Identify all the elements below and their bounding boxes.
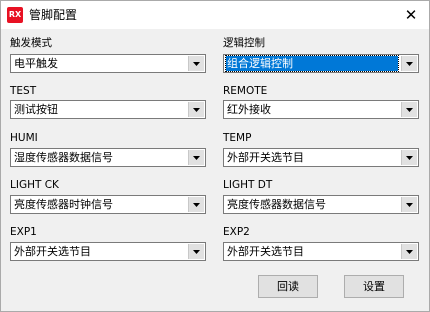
trigger-mode-select[interactable]: 电平触发 xyxy=(10,54,206,73)
light-dt-label: LIGHT DT xyxy=(223,179,273,191)
light-dt-select[interactable]: 亮度传感器数据信号 xyxy=(223,195,419,214)
pin-config-dialog: RX 管脚配置 ✕ 触发模式 电平触发 逻辑控制 组合逻辑控制 TEST 测试按… xyxy=(0,0,430,312)
light-dt-value: 亮度传感器数据信号 xyxy=(227,198,326,211)
logic-control-value: 组合逻辑控制 xyxy=(225,55,399,72)
chevron-down-icon[interactable] xyxy=(401,244,417,259)
app-icon: RX xyxy=(7,7,23,23)
logic-control-label: 逻辑控制 xyxy=(223,37,265,49)
title-bar: RX 管脚配置 ✕ xyxy=(1,1,429,29)
test-value: 测试按钮 xyxy=(14,103,58,116)
exp1-label: EXP1 xyxy=(10,226,37,238)
readback-button[interactable]: 回读 xyxy=(258,275,318,298)
exp1-value: 外部开关选节目 xyxy=(14,245,91,258)
exp2-value: 外部开关选节目 xyxy=(227,245,304,258)
trigger-mode-label: 触发模式 xyxy=(10,37,52,49)
remote-value: 红外接收 xyxy=(227,103,271,116)
close-icon: ✕ xyxy=(404,6,418,24)
humi-select[interactable]: 湿度传感器数据信号 xyxy=(10,148,206,167)
chevron-down-icon[interactable] xyxy=(401,102,417,117)
temp-label: TEMP xyxy=(223,132,252,144)
humi-value: 湿度传感器数据信号 xyxy=(14,151,113,164)
chevron-down-icon[interactable] xyxy=(188,102,204,117)
exp2-label: EXP2 xyxy=(223,226,250,238)
chevron-down-icon[interactable] xyxy=(401,197,417,212)
chevron-down-icon[interactable] xyxy=(401,150,417,165)
chevron-down-icon[interactable] xyxy=(188,197,204,212)
chevron-down-icon[interactable] xyxy=(188,244,204,259)
chevron-down-icon[interactable] xyxy=(188,150,204,165)
logic-control-select[interactable]: 组合逻辑控制 xyxy=(223,54,419,73)
light-ck-value: 亮度传感器时钟信号 xyxy=(14,198,113,211)
light-ck-label: LIGHT CK xyxy=(10,179,59,191)
exp1-select[interactable]: 外部开关选节目 xyxy=(10,242,206,261)
settings-button[interactable]: 设置 xyxy=(344,275,404,298)
chevron-down-icon[interactable] xyxy=(401,56,417,71)
test-select[interactable]: 测试按钮 xyxy=(10,100,206,119)
temp-value: 外部开关选节目 xyxy=(227,151,304,164)
window-title: 管脚配置 xyxy=(29,8,78,22)
temp-select[interactable]: 外部开关选节目 xyxy=(223,148,419,167)
chevron-down-icon[interactable] xyxy=(188,56,204,71)
remote-select[interactable]: 红外接收 xyxy=(223,100,419,119)
light-ck-select[interactable]: 亮度传感器时钟信号 xyxy=(10,195,206,214)
close-button[interactable]: ✕ xyxy=(393,1,429,29)
humi-label: HUMI xyxy=(10,132,38,144)
test-label: TEST xyxy=(10,85,37,97)
remote-label: REMOTE xyxy=(223,85,268,97)
exp2-select[interactable]: 外部开关选节目 xyxy=(223,242,419,261)
trigger-mode-value: 电平触发 xyxy=(14,57,58,70)
